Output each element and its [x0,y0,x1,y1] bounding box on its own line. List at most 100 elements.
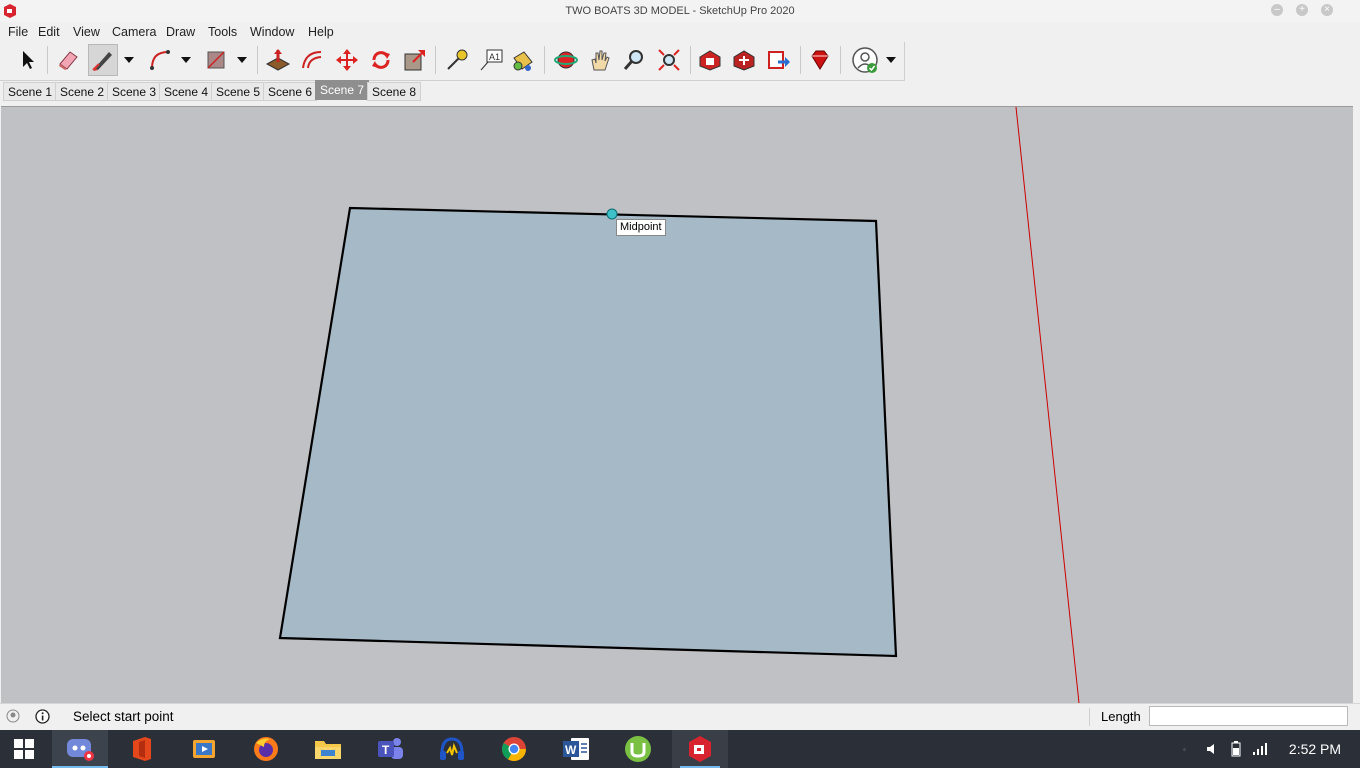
word-icon: W [563,738,589,760]
extension-manager-tool[interactable] [805,44,835,76]
zoom-extents-icon [658,49,680,71]
arc-tool[interactable] [146,44,176,76]
viewport-edge [1353,106,1360,702]
menu-bar: File Edit View Camera Draw Tools Window … [0,22,1360,42]
start-button[interactable] [0,730,48,768]
chevron-down-icon [237,57,247,63]
taskbar-clock[interactable]: 2:52 PM [1284,730,1346,768]
scene-tab-6[interactable]: Scene 6 [263,82,318,101]
measurement-label: Length [1101,709,1141,724]
menu-camera[interactable]: Camera [112,22,156,42]
line-tool[interactable] [88,44,118,76]
battery-icon[interactable] [1228,741,1244,757]
text-tool[interactable]: A1 [476,44,506,76]
rectangle-tool-dropdown[interactable] [234,44,250,76]
tray-overflow-icon[interactable]: ◦ [1183,745,1186,754]
taskbar-media-player[interactable] [176,730,232,768]
zoom-tool[interactable] [619,44,649,76]
cursor-arrow-icon [23,51,34,69]
taskbar-utorrent[interactable] [610,730,666,768]
menu-window[interactable]: Window [250,22,294,42]
drawing-viewport[interactable]: Midpoint [1,106,1353,703]
pan-tool[interactable] [585,44,615,76]
window-title: TWO BOATS 3D MODEL - SketchUp Pro 2020 [565,5,795,17]
send-to-layout-tool[interactable] [764,44,794,76]
taskbar-discord[interactable] [52,730,108,768]
extension-warehouse-tool[interactable] [729,44,759,76]
taskbar-word[interactable]: W [548,730,604,768]
orbit-icon [554,51,578,69]
scale-tool[interactable] [400,44,430,76]
ruby-gem-icon [811,50,829,70]
firefox-icon [254,737,278,761]
inference-tooltip: Midpoint [616,219,666,236]
midpoint-inference-marker [606,208,618,220]
info-icon[interactable] [35,709,50,724]
svg-text:A1: A1 [489,52,500,62]
scene-tab-1[interactable]: Scene 1 [3,82,58,101]
status-divider [1089,708,1090,726]
taskbar-file-explorer[interactable] [300,730,356,768]
orbit-tool[interactable] [551,44,581,76]
chevron-down-icon [181,57,191,63]
scene-tab-5[interactable]: Scene 5 [211,82,266,101]
rectangle-face[interactable] [278,206,898,658]
video-player-icon [193,740,215,758]
eraser-icon [59,51,78,70]
menu-view[interactable]: View [73,22,100,42]
volume-icon[interactable] [1205,742,1219,756]
taskbar-sketchup[interactable] [672,730,728,768]
scale-icon [404,50,425,71]
scene-tab-2[interactable]: Scene 2 [55,82,110,101]
arc-tool-dropdown[interactable] [178,44,194,76]
scene-tab-7[interactable]: Scene 7 [315,80,370,100]
taskbar-firefox[interactable] [238,730,294,768]
zoom-extents-tool[interactable] [654,44,684,76]
close-icon[interactable]: × [1321,4,1333,16]
rotate-tool[interactable] [366,44,396,76]
scene-tab-4[interactable]: Scene 4 [159,82,214,101]
menu-file[interactable]: File [8,22,28,42]
minimize-icon[interactable]: – [1271,4,1283,16]
measurement-input[interactable] [1149,706,1348,726]
zoom-magnifier-icon [623,50,643,70]
taskbar-chrome[interactable] [486,730,542,768]
rotate-icon [372,51,390,69]
tape-measure-tool[interactable] [442,44,472,76]
scene-tabs: Scene 1 Scene 2 Scene 3 Scene 4 Scene 5 … [0,80,1360,104]
line-tool-dropdown[interactable] [121,44,137,76]
menu-edit[interactable]: Edit [38,22,60,42]
taskbar-office[interactable] [114,730,170,768]
send-to-layout-icon [768,51,790,69]
paint-bucket-tool[interactable] [508,44,538,76]
rectangle-tool[interactable] [201,44,231,76]
eraser-tool[interactable] [53,44,83,76]
offset-tool[interactable] [297,44,327,76]
account-check-icon [852,47,878,73]
push-pull-tool[interactable] [263,44,293,76]
select-tool[interactable] [12,44,42,76]
network-signal-icon[interactable] [1252,742,1268,756]
menu-draw[interactable]: Draw [166,22,195,42]
model-canvas[interactable] [1,107,1353,703]
menu-tools[interactable]: Tools [208,22,237,42]
taskbar-teams[interactable]: T [362,730,418,768]
maximize-icon[interactable]: + [1296,4,1308,16]
tape-measure-icon [447,49,468,70]
menu-help[interactable]: Help [308,22,334,42]
scene-tab-3[interactable]: Scene 3 [107,82,162,101]
geo-location-icon[interactable] [6,709,20,723]
discord-icon [67,739,94,761]
windows-logo-icon [14,739,34,759]
chrome-icon [501,737,526,762]
sketchup-icon [689,736,711,762]
account-dropdown[interactable] [883,44,899,76]
3d-warehouse-tool[interactable] [695,44,725,76]
teams-icon: T [378,738,403,759]
taskbar-audio-app[interactable] [424,730,480,768]
move-tool[interactable] [332,44,362,76]
scene-tab-8[interactable]: Scene 8 [367,82,422,101]
paint-bucket-icon [513,51,533,71]
pan-hand-icon [591,50,610,71]
account-tool[interactable] [850,44,880,76]
